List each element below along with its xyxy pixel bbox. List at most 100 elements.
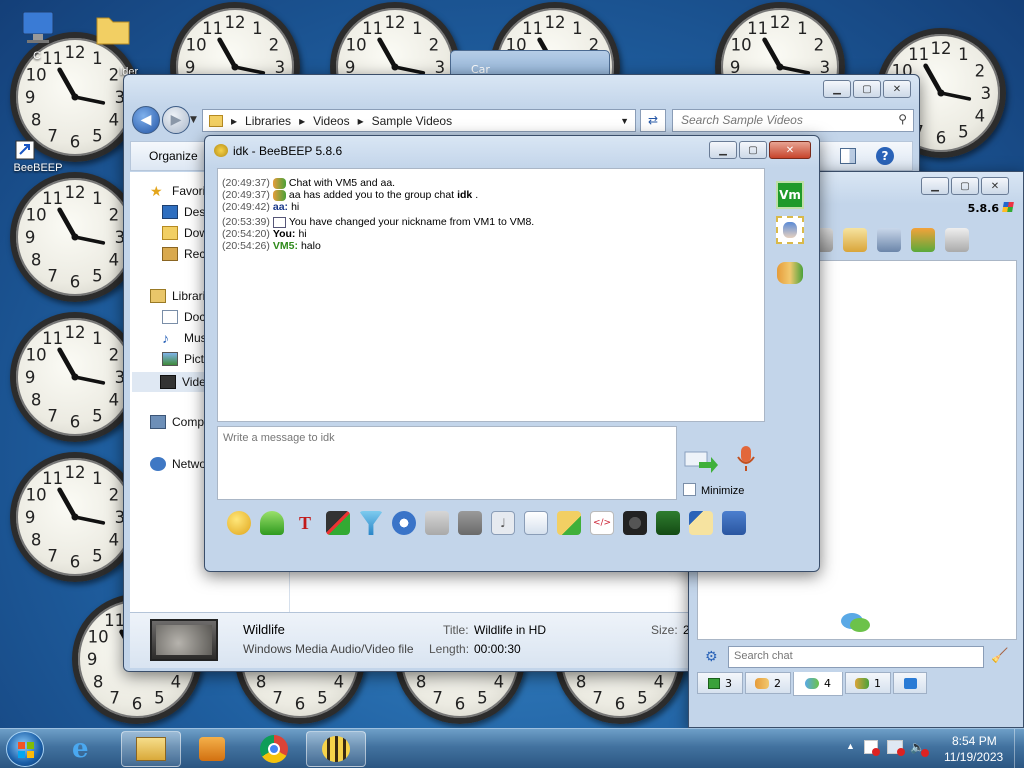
minimize-button[interactable]: ▁ xyxy=(709,141,737,159)
download-arrow-icon[interactable] xyxy=(260,511,284,535)
text-style-icon[interactable] xyxy=(458,511,482,535)
svg-text:7: 7 xyxy=(47,407,58,426)
show-hidden-icons-button[interactable]: ▲ xyxy=(846,741,855,751)
tab-users[interactable]: 3 xyxy=(697,672,743,694)
breadcrumb-sample-videos[interactable]: Sample Videos xyxy=(372,114,453,128)
font-icon[interactable]: T xyxy=(293,511,317,535)
clear-screen-icon[interactable] xyxy=(656,511,680,535)
start-button[interactable] xyxy=(6,731,44,767)
nav-libraries[interactable]: Librari xyxy=(150,289,205,303)
export-icon[interactable] xyxy=(524,511,548,535)
tab-group-chats[interactable]: 1 xyxy=(845,672,891,694)
edit-icon[interactable] xyxy=(689,511,713,535)
nav-computer[interactable]: Comp xyxy=(150,415,204,429)
show-desktop-button[interactable] xyxy=(1014,729,1024,768)
minimize-button[interactable]: ▁ xyxy=(921,177,949,195)
clock-gadget[interactable]: 123456789101112 xyxy=(10,172,140,302)
screenshot-icon[interactable] xyxy=(623,511,647,535)
nav-music[interactable]: ♪ Mus xyxy=(162,331,207,345)
tab-chats[interactable]: 4 xyxy=(793,672,843,696)
svg-text:1: 1 xyxy=(958,45,969,64)
spellcheck-icon[interactable] xyxy=(425,511,449,535)
folder-icon xyxy=(209,114,223,127)
clock-date[interactable]: 11/19/2023 xyxy=(944,750,1003,764)
minimize-checkbox[interactable] xyxy=(683,483,696,496)
svg-text:10: 10 xyxy=(731,35,752,54)
trash-icon[interactable] xyxy=(945,228,969,252)
ie-icon[interactable]: e xyxy=(72,735,104,763)
chat-search-input[interactable]: Search chat xyxy=(728,646,984,668)
taskbar-chrome-button[interactable] xyxy=(244,731,304,767)
explorer-search-input[interactable]: Search Sample Videos ⚲ xyxy=(672,109,914,132)
clock-time[interactable]: 8:54 PM xyxy=(952,734,997,748)
taskbar-beebeep-button[interactable] xyxy=(306,731,366,767)
address-bar[interactable]: ▸ Libraries ▸ Videos ▸ Sample Videos ▼ xyxy=(202,109,636,132)
send-button[interactable] xyxy=(683,446,719,474)
group-members-icon[interactable] xyxy=(777,262,803,284)
close-button[interactable]: ✕ xyxy=(981,177,1009,195)
save-icon[interactable] xyxy=(722,511,746,535)
svg-text:4: 4 xyxy=(334,672,345,691)
tab-share[interactable] xyxy=(893,672,927,694)
chat-log[interactable]: (20:49:37) Chat with VM5 and aa. (20:49:… xyxy=(217,168,765,422)
refresh-button[interactable]: ⇄ xyxy=(640,109,666,132)
clock-gadget[interactable]: 123456789101112 xyxy=(10,312,140,442)
svg-text:11: 11 xyxy=(908,45,929,64)
svg-text:5: 5 xyxy=(92,547,103,566)
user-badge[interactable]: Vm xyxy=(776,181,804,209)
emoticon-icon[interactable] xyxy=(227,511,251,535)
volume-icon[interactable]: 🔈 xyxy=(910,740,929,757)
html-code-icon[interactable]: </> xyxy=(590,511,614,535)
organize-button[interactable]: Organize xyxy=(149,149,198,163)
nav-favorites[interactable]: ★ Favori xyxy=(150,184,205,198)
chat-window[interactable]: idk - BeeBEEP 5.8.6 ▁ ▢ ✕ (20:49:37) Cha… xyxy=(204,135,820,572)
update-icon[interactable] xyxy=(911,228,935,252)
taskbar-explorer-button[interactable] xyxy=(121,731,181,767)
tools-icon[interactable] xyxy=(877,228,901,252)
nav-downloads[interactable]: Dow xyxy=(162,226,208,240)
svg-text:11: 11 xyxy=(202,19,223,38)
breadcrumb-libraries[interactable]: Libraries xyxy=(245,114,291,128)
clock-gadget[interactable]: 123456789101112 xyxy=(10,452,140,582)
clear-search-icon[interactable]: 🧹 xyxy=(991,648,1008,664)
desktop-icon-computer[interactable]: C xyxy=(2,8,72,62)
action-center-icon[interactable] xyxy=(864,740,880,756)
tab-groups[interactable]: 2 xyxy=(745,672,791,694)
preview-pane-icon[interactable] xyxy=(840,148,856,164)
settings-gear-icon[interactable]: ⚙ xyxy=(705,649,718,665)
music-note-icon[interactable]: ♩ xyxy=(491,511,515,535)
help-icon[interactable]: ? xyxy=(876,147,894,165)
svg-text:6: 6 xyxy=(295,695,306,714)
network-tray-icon[interactable] xyxy=(887,740,905,756)
color-palette-icon[interactable] xyxy=(326,511,350,535)
forward-button[interactable]: ▶ xyxy=(162,106,190,134)
avatar[interactable] xyxy=(776,216,804,244)
svg-text:10: 10 xyxy=(88,627,109,646)
edit-note-icon[interactable] xyxy=(843,228,867,252)
recent-pages-dropdown[interactable]: ▼ xyxy=(190,115,197,125)
maximize-button[interactable]: ▢ xyxy=(951,177,979,195)
nav-network[interactable]: Netwo xyxy=(150,457,206,471)
filter-icon[interactable] xyxy=(359,511,383,535)
desktop-icon-beebeep[interactable]: BeeBEEP xyxy=(3,140,73,174)
settings-icon[interactable] xyxy=(392,511,416,535)
send-file-icon[interactable] xyxy=(557,511,581,535)
svg-text:1: 1 xyxy=(797,19,808,38)
close-button[interactable]: ✕ xyxy=(769,141,811,159)
svg-text:10: 10 xyxy=(346,35,367,54)
chat-message: (20:53:39) You have changed your nicknam… xyxy=(222,216,535,228)
svg-text:6: 6 xyxy=(70,553,81,572)
microphone-icon[interactable] xyxy=(735,444,757,474)
address-dropdown-icon[interactable]: ▼ xyxy=(620,116,629,126)
close-button[interactable]: ✕ xyxy=(883,80,911,98)
message-input[interactable]: Write a message to idk xyxy=(217,426,677,500)
maximize-button[interactable]: ▢ xyxy=(853,80,881,98)
back-button[interactable]: ◀ xyxy=(132,106,160,134)
minimize-button[interactable]: ▁ xyxy=(823,80,851,98)
breadcrumb-videos[interactable]: Videos xyxy=(313,114,349,128)
svg-text:2: 2 xyxy=(429,35,440,54)
taskbar-media-player-button[interactable] xyxy=(182,731,242,767)
chrome-icon xyxy=(260,735,288,763)
maximize-button[interactable]: ▢ xyxy=(739,141,767,159)
desktop-icon-folder[interactable]: lder xyxy=(78,8,148,78)
